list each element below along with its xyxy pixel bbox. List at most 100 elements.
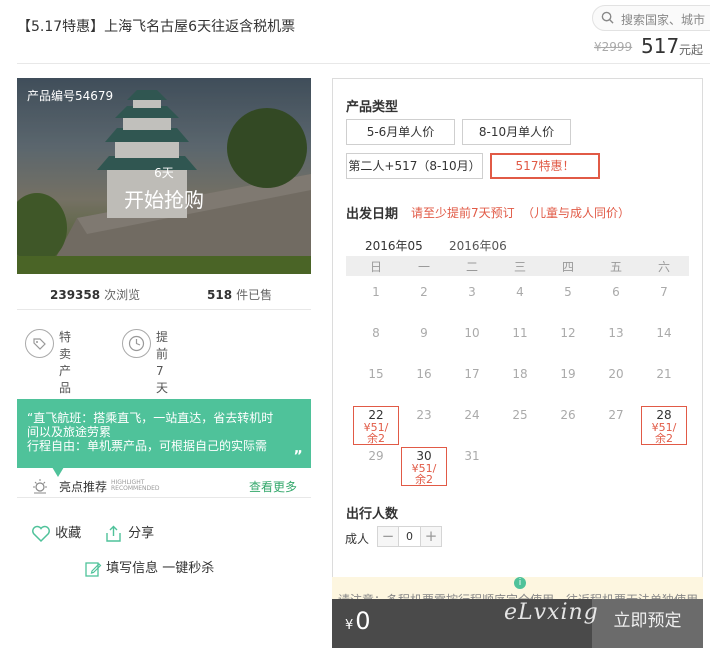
calendar-day: 13 — [593, 325, 639, 340]
highlight-title: 亮点推荐 — [59, 480, 108, 494]
option-aug-oct[interactable]: 8-10月单人价 — [462, 119, 571, 145]
page-title: 【5.17特惠】上海飞名古屋6天往返含税机票 — [17, 19, 296, 35]
day-number: 23 — [416, 408, 432, 422]
calendar-day: 29 — [353, 448, 399, 463]
calendar-day: 18 — [497, 366, 543, 381]
day-number: 11 — [512, 326, 528, 340]
day-seats: 余2 — [367, 432, 385, 445]
month-tab-june[interactable]: 2016年06 — [449, 237, 507, 254]
weekday-label: 二 — [465, 260, 478, 274]
day-number: 8 — [372, 326, 380, 340]
calendar-day: 21 — [641, 366, 687, 381]
trip-days: 6天 — [154, 166, 174, 180]
product-code: 产品编号54679 — [27, 89, 114, 103]
day-number: 29 — [368, 449, 384, 463]
heart-icon — [32, 525, 50, 542]
favorite-button[interactable]: 收藏 — [31, 522, 81, 543]
product-type-title: 产品类型 — [346, 100, 399, 115]
adult-minus-button[interactable]: − — [377, 526, 399, 547]
child-price-note: （儿童与成人同价） — [522, 206, 631, 220]
calendar-day: 9 — [401, 325, 447, 340]
day-number: 17 — [464, 367, 480, 381]
search-box[interactable]: 搜索国家、城市 — [592, 5, 710, 31]
calendar-day: 10 — [449, 325, 495, 340]
day-number: 5 — [564, 285, 572, 299]
calendar-day: 19 — [545, 366, 591, 381]
day-number: 15 — [368, 367, 384, 381]
info-icon[interactable]: i — [514, 577, 526, 589]
calendar-day: 27 — [593, 407, 639, 422]
view-count: 239358 次浏览 — [50, 288, 141, 302]
option-second-person[interactable]: 第二人+517（8-10月） — [346, 153, 483, 179]
advance-note: 请至少提前7天预订 — [411, 206, 515, 220]
divider — [17, 63, 710, 64]
day-number: 20 — [608, 367, 624, 381]
day-number: 13 — [608, 326, 624, 340]
notice-bar: i 请注意：多程机票需按行程顺序完全使用，往返程机票无法单独使用 — [332, 577, 703, 599]
calendar-day: 17 — [449, 366, 495, 381]
day-number: 24 — [464, 408, 480, 422]
option-may-june[interactable]: 5-6月单人价 — [346, 119, 455, 145]
calendar-day: 6 — [593, 284, 639, 299]
tag-icon — [25, 329, 54, 358]
adult-count-input[interactable]: 0 — [399, 526, 420, 547]
day-number: 27 — [608, 408, 624, 422]
view-more-link[interactable]: 查看更多 — [249, 478, 297, 495]
product-stats: 239358 次浏览 518 件已售 — [17, 286, 311, 310]
day-seats: 余2 — [655, 432, 673, 445]
calendar-day: 5 — [545, 284, 591, 299]
price-unit: 元起 — [679, 43, 704, 57]
calendar-day: 1 — [353, 284, 399, 299]
book-now-button[interactable]: 立即预定 — [592, 599, 703, 648]
calendar-day: 24 — [449, 407, 495, 422]
day-number: 25 — [512, 408, 528, 422]
day-number: 4 — [516, 285, 524, 299]
calendar-day: 25 — [497, 407, 543, 422]
calendar-day: 12 — [545, 325, 591, 340]
adult-plus-button[interactable]: + — [420, 526, 442, 547]
month-tab-may[interactable]: 2016年05 — [365, 237, 423, 258]
sun-icon — [33, 479, 47, 494]
buy-now-button[interactable]: 开始抢购 — [17, 184, 311, 213]
clock-icon — [122, 329, 151, 358]
day-number: 7 — [660, 285, 668, 299]
calendar-day: 8 — [353, 325, 399, 340]
day-number: 26 — [560, 408, 576, 422]
share-icon — [106, 525, 121, 542]
day-number: 22 — [368, 408, 384, 422]
weekday-label: 三 — [513, 260, 526, 274]
search-input[interactable]: 搜索国家、城市 — [621, 11, 705, 28]
weekday-label: 四 — [561, 260, 574, 274]
day-number: 30 — [416, 449, 432, 463]
calendar-day: 31 — [449, 448, 495, 463]
weekday-label: 五 — [609, 260, 622, 274]
calendar-day: 2 — [401, 284, 447, 299]
product-image[interactable]: 产品编号54679 6天 开始抢购 — [17, 78, 311, 274]
calendar-day-available[interactable]: 22 ¥51/余2 — [353, 406, 399, 445]
day-number: 9 — [420, 326, 428, 340]
day-number: 2 — [420, 285, 428, 299]
option-517-special[interactable]: 517特惠！ — [490, 153, 600, 179]
total-price: ¥0 — [345, 607, 371, 635]
search-icon — [601, 11, 614, 24]
day-number: 21 — [656, 367, 672, 381]
day-seats: 余2 — [415, 473, 433, 486]
highlight-subtitle: HIGHLIGHT RECOMMENDED — [111, 479, 160, 492]
share-button[interactable]: 分享 — [104, 522, 154, 543]
calendar-day: 3 — [449, 284, 495, 299]
day-number: 19 — [560, 367, 576, 381]
fill-info-button[interactable]: 填写信息 一键秒杀 — [84, 557, 214, 578]
day-number: 10 — [464, 326, 480, 340]
calendar-day: 11 — [497, 325, 543, 340]
calendar-day-available[interactable]: 30 ¥51/余2 — [401, 447, 447, 486]
day-number: 31 — [464, 449, 480, 463]
notice-text: 请注意：多程机票需按行程顺序完全使用，往返程机票无法单独使用 — [338, 591, 698, 599]
weekday-label: 一 — [417, 260, 430, 274]
day-number: 3 — [468, 285, 476, 299]
quote-mark: „ — [293, 441, 303, 457]
day-number: 12 — [560, 326, 576, 340]
current-price: 517 — [641, 34, 680, 58]
weekday-label: 日 — [369, 260, 382, 274]
edit-icon — [85, 561, 102, 577]
calendar-day-available[interactable]: 28 ¥51/余2 — [641, 406, 687, 445]
